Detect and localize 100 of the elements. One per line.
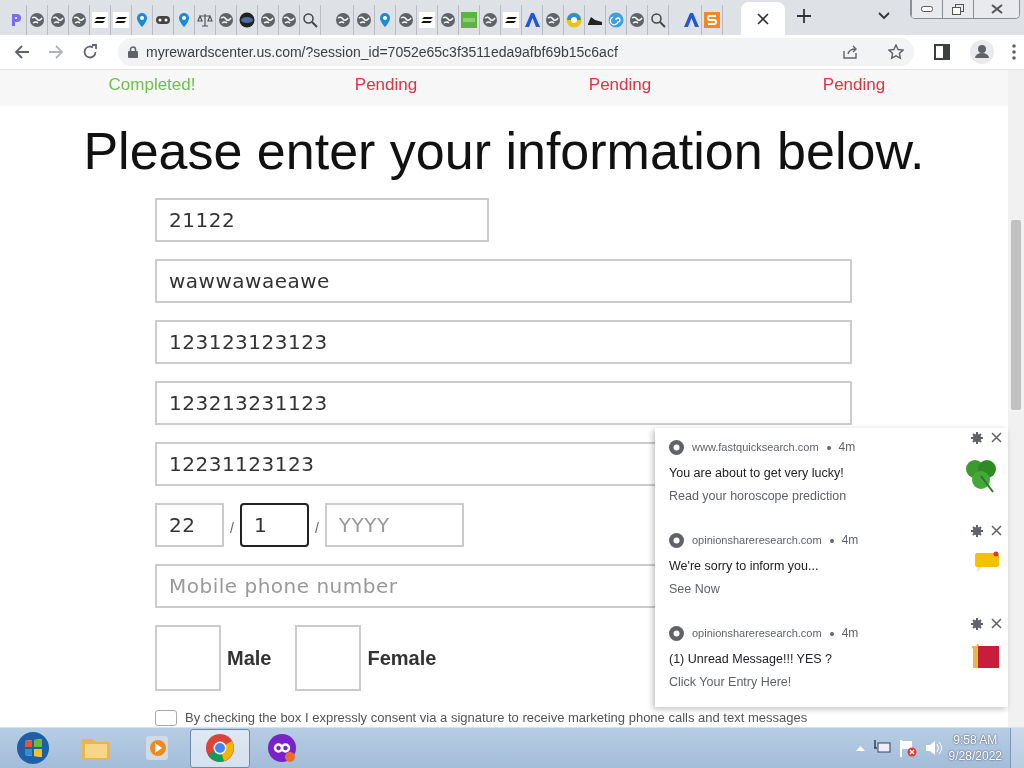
- browser-tab[interactable]: [501, 5, 522, 35]
- close-icon: [990, 4, 1003, 14]
- side-panel-icon[interactable]: [934, 44, 950, 60]
- step-label: Pending: [821, 74, 887, 96]
- checkbox-label: Female: [367, 646, 437, 671]
- notification-title: You are about to get very lucky!: [669, 465, 845, 482]
- globe-icon: [218, 12, 234, 28]
- scales-icon: [197, 12, 213, 28]
- location-pin-icon: [377, 12, 393, 28]
- swirl-icon: [608, 12, 624, 28]
- restore-button[interactable]: [942, 0, 973, 18]
- forward-icon: [48, 44, 64, 60]
- dropdown-icon[interactable]: [878, 11, 890, 20]
- step-label: Pending: [587, 74, 653, 96]
- notification-title: (1) Unread Message!!! YES ?: [669, 651, 834, 668]
- notification-source: www.fastquicksearch.com: [692, 439, 819, 455]
- globe-icon: [482, 12, 498, 28]
- share-icon[interactable]: [842, 44, 858, 60]
- globe-icon: [398, 12, 414, 28]
- globe-icon: [440, 12, 456, 28]
- browser-tab[interactable]: [90, 5, 111, 35]
- browser-tab[interactable]: [237, 5, 258, 35]
- settings-icon[interactable]: [971, 618, 983, 630]
- menu-icon[interactable]: [1012, 44, 1016, 60]
- consent-text: By checking the box I expressly consent via a signature to receive marketing phone calls and text messages: [185, 709, 808, 727]
- url-text: myrewardscenter.us.com/?session_id=7052e65c3f3511eda9afbf69b15c6acf: [146, 42, 618, 62]
- scrollbar-thumb[interactable]: [1011, 220, 1021, 410]
- minimize-button[interactable]: [911, 0, 942, 18]
- browser-logo-icon: [669, 625, 684, 641]
- browser-logo-icon: [669, 439, 684, 455]
- text-field[interactable]: wawwawaeawe: [155, 259, 852, 303]
- globe-icon: [545, 12, 561, 28]
- circle-logo-icon: [566, 12, 582, 28]
- checkbox-label: Male: [227, 646, 272, 671]
- globe-icon: [71, 12, 87, 28]
- notification-time: 4m: [841, 532, 859, 549]
- browser-tab[interactable]: [153, 5, 174, 35]
- new-tab-icon[interactable]: [797, 8, 811, 23]
- settings-icon[interactable]: [971, 432, 983, 444]
- message-icon: [974, 549, 1000, 574]
- mountain-logo-icon: [524, 12, 540, 28]
- taskbar-app[interactable]: [190, 728, 250, 768]
- text-field[interactable]: 21122: [155, 198, 489, 242]
- restore-icon: [952, 3, 964, 15]
- globe-icon: [356, 12, 372, 28]
- day-field[interactable]: 22: [155, 503, 224, 547]
- notification-body[interactable]: Click Your Entry Here!: [669, 672, 859, 692]
- globe-icon: [29, 12, 45, 28]
- mountain-logo-icon: [683, 12, 699, 28]
- notification-body[interactable]: Read your horoscope prediction: [669, 486, 856, 506]
- globe-icon: [629, 12, 645, 28]
- browser-tab[interactable]: [111, 5, 132, 35]
- stripes-icon: [113, 12, 129, 28]
- settings-icon[interactable]: [971, 525, 983, 537]
- stripes-icon: [503, 12, 519, 28]
- search-icon: [650, 12, 666, 28]
- minimize-icon: [921, 6, 933, 12]
- s-logo-icon: [704, 12, 720, 28]
- bullet-icon: [829, 538, 834, 543]
- browser-logo-icon: [669, 532, 684, 548]
- consent-checkbox[interactable]: [155, 709, 177, 726]
- close-icon[interactable]: [991, 525, 1002, 536]
- close-icon[interactable]: [991, 618, 1002, 629]
- chrome-icon: [205, 733, 235, 763]
- close-icon[interactable]: [757, 12, 769, 25]
- page-heading: Please enter your information below.: [82, 121, 926, 182]
- month-field[interactable]: 1: [239, 503, 309, 547]
- text-field[interactable]: 123123123123: [155, 320, 852, 364]
- reload-icon: [82, 44, 98, 60]
- lock-icon: [128, 46, 138, 58]
- address-bar[interactable]: myrewardscenter.us.com/?session_id=7052e65c3f3511eda9afbf69b15c6acf: [118, 38, 914, 66]
- browser-tab[interactable]: [585, 5, 606, 35]
- start-button[interactable]: [16, 731, 50, 765]
- infinity-icon: [267, 733, 297, 763]
- browser-tab[interactable]: [300, 5, 321, 35]
- profile-avatar-icon[interactable]: [970, 40, 994, 64]
- step-label: Completed!: [107, 74, 197, 96]
- globe-icon: [239, 12, 255, 28]
- action-center-icon[interactable]: [898, 739, 917, 757]
- checkbox[interactable]: [295, 625, 362, 691]
- network-icon[interactable]: [872, 740, 891, 756]
- clock-date: 9/28/2022: [948, 748, 1002, 764]
- date-separator: /: [313, 519, 320, 538]
- notification-source: opinionshareresearch.com: [692, 625, 822, 641]
- checkbox[interactable]: [155, 625, 221, 691]
- browser-tab[interactable]: [417, 5, 438, 35]
- text-field[interactable]: 123213231123: [155, 381, 852, 425]
- location-pin-icon: [176, 12, 192, 28]
- notification-source: opinionshareresearch.com: [692, 532, 822, 548]
- close-icon[interactable]: [991, 432, 1002, 443]
- notification-time: 4m: [841, 625, 859, 642]
- star-icon[interactable]: [888, 44, 904, 60]
- close-button[interactable]: [973, 0, 1019, 18]
- bullet-icon: [829, 631, 834, 636]
- square-logo-icon: [461, 12, 477, 28]
- location-pin-icon: [134, 12, 150, 28]
- globe-icon: [50, 12, 66, 28]
- browser-tab[interactable]: [648, 5, 669, 35]
- stripes-icon: [419, 12, 435, 28]
- year-field[interactable]: YYYY: [324, 503, 464, 547]
